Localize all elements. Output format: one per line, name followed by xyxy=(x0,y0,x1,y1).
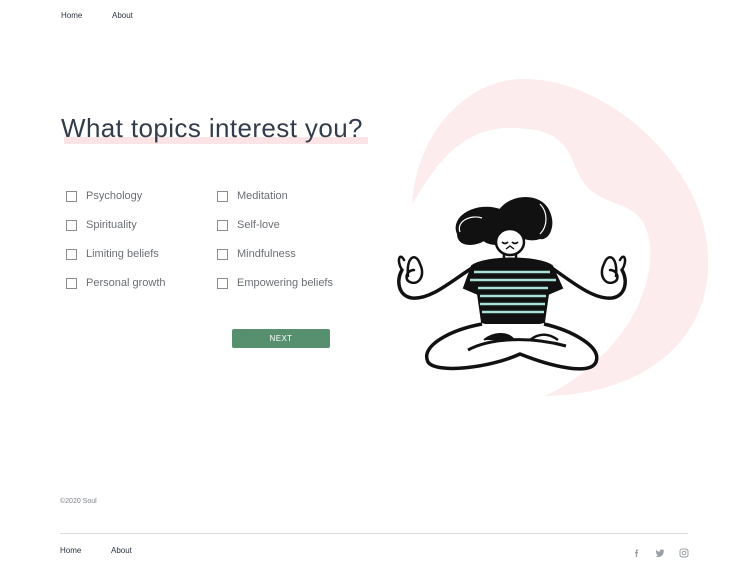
topic-label: Personal growth xyxy=(86,277,166,289)
topic-limiting-beliefs[interactable]: Limiting beliefs xyxy=(66,246,159,262)
topic-empowering-beliefs[interactable]: Empowering beliefs xyxy=(217,275,333,291)
topic-mindfulness[interactable]: Mindfulness xyxy=(217,246,296,262)
topic-label: Self-love xyxy=(237,219,280,231)
face-shape xyxy=(494,227,526,257)
topic-meditation[interactable]: Meditation xyxy=(217,188,288,204)
title-block: What topics interest you? xyxy=(61,113,368,144)
page-title: What topics interest you? xyxy=(61,113,363,143)
facebook-icon[interactable] xyxy=(632,545,642,557)
instagram-icon[interactable] xyxy=(679,545,689,558)
topic-label: Spirituality xyxy=(86,219,137,231)
topic-checkbox[interactable] xyxy=(66,248,77,260)
footer-divider xyxy=(60,533,688,534)
footer-home-link[interactable]: Home xyxy=(60,546,81,555)
topic-label: Mindfulness xyxy=(237,248,296,260)
topic-psychology[interactable]: Psychology xyxy=(66,188,142,204)
topic-checkbox[interactable] xyxy=(66,277,77,289)
striped-shirt xyxy=(462,257,564,328)
footer-about-link[interactable]: About xyxy=(111,546,132,555)
topic-label: Meditation xyxy=(237,190,288,202)
page: Home About What topics interest you? Psy… xyxy=(0,0,754,573)
crossed-legs xyxy=(424,322,599,371)
left-hand xyxy=(397,255,424,285)
topic-label: Psychology xyxy=(86,190,143,202)
nav-about-link[interactable]: About xyxy=(112,11,133,20)
copyright-text: ©2020 Soul xyxy=(60,498,97,505)
topic-self-love[interactable]: Self-love xyxy=(217,217,280,233)
topic-checkbox[interactable] xyxy=(217,190,228,202)
nav-home-link[interactable]: Home xyxy=(61,11,82,20)
topic-spirituality[interactable]: Spirituality xyxy=(66,217,137,233)
next-button[interactable]: NEXT xyxy=(232,329,330,348)
topic-label: Empowering beliefs xyxy=(237,277,333,289)
topic-checkbox[interactable] xyxy=(217,277,228,289)
meditation-illustration xyxy=(397,197,627,371)
topic-checkbox[interactable] xyxy=(66,190,77,202)
topic-checkbox[interactable] xyxy=(66,219,77,231)
topic-label: Limiting beliefs xyxy=(86,248,159,260)
right-hand xyxy=(600,255,627,285)
topic-checkbox[interactable] xyxy=(217,219,228,231)
topic-checkbox[interactable] xyxy=(217,248,228,260)
twitter-icon[interactable] xyxy=(655,545,665,558)
topic-personal-growth[interactable]: Personal growth xyxy=(66,275,166,291)
